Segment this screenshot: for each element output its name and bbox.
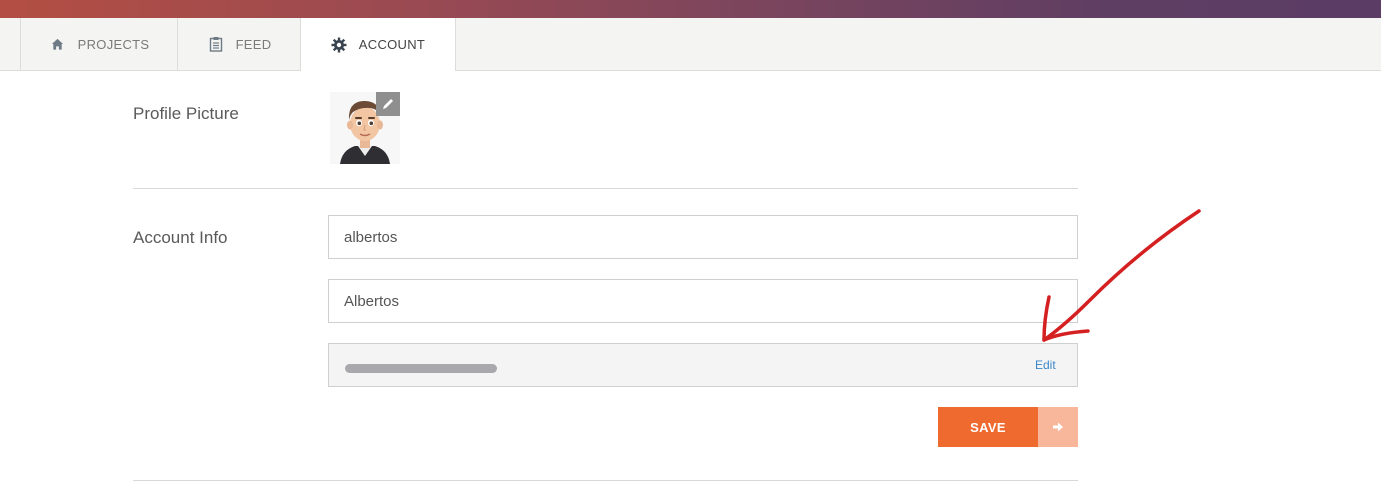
section-divider: [133, 188, 1078, 189]
pencil-icon: [383, 99, 393, 109]
save-button[interactable]: SAVE: [938, 407, 1038, 447]
home-icon: [50, 36, 66, 52]
tab-label: PROJECTS: [77, 36, 150, 52]
profile-picture-label: Profile Picture: [133, 104, 239, 123]
clipboard-icon: [208, 36, 224, 52]
tab-label: FEED: [235, 36, 272, 52]
email-edit-link[interactable]: Edit: [1035, 358, 1056, 372]
tab-account[interactable]: ACCOUNT: [300, 18, 456, 71]
top-gradient-bar: [0, 0, 1381, 18]
gear-icon: [331, 37, 347, 53]
section-divider: [133, 480, 1078, 481]
username-field[interactable]: [328, 215, 1078, 259]
tab-feed[interactable]: FEED: [177, 18, 301, 70]
avatar-edit-button[interactable]: [376, 92, 400, 116]
arrow-right-icon: [1053, 422, 1063, 432]
account-info-label: Account Info: [133, 228, 228, 247]
tab-projects[interactable]: PROJECTS: [20, 18, 178, 70]
display-name-field[interactable]: [328, 279, 1078, 323]
tab-bar: PROJECTS FEED ACCOUNT: [0, 18, 1381, 71]
save-arrow-button[interactable]: [1038, 407, 1078, 447]
email-redaction: [345, 364, 497, 373]
tab-label: ACCOUNT: [358, 37, 426, 52]
